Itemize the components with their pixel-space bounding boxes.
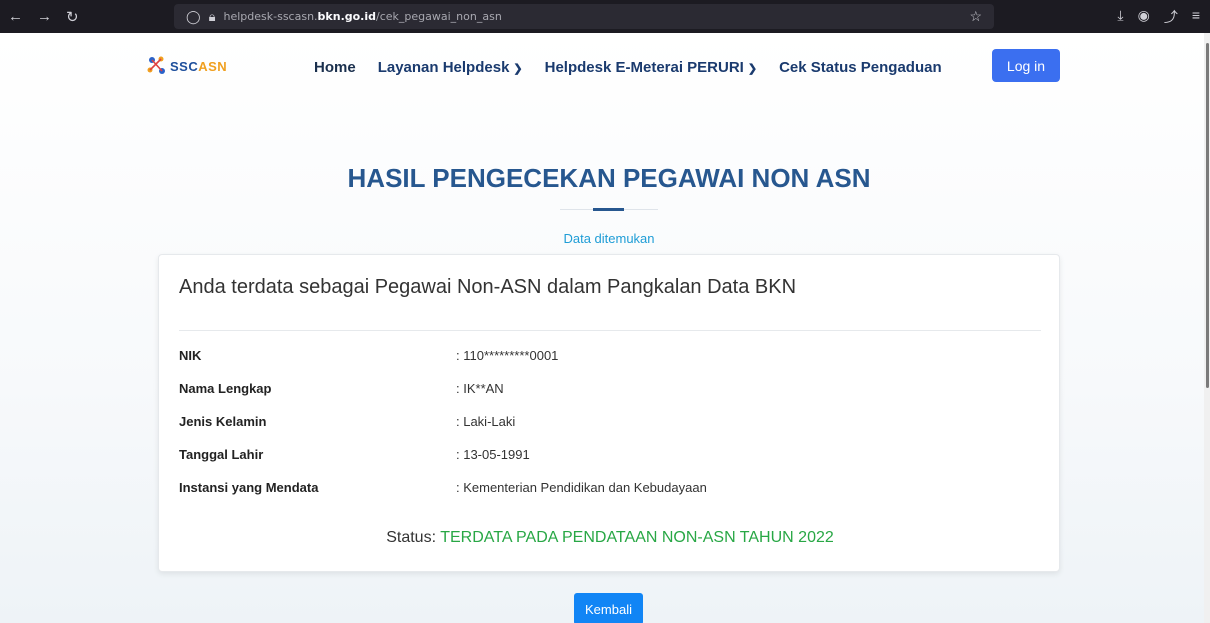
status-line: Status: TERDATA PADA PENDATAAN NON-ASN T… <box>159 529 1061 547</box>
row-value: : 13-05-1991 <box>456 447 530 462</box>
row-label: Nama Lengkap <box>179 381 272 396</box>
url-path: /cek_pegawai_non_asn <box>376 10 502 23</box>
row-label: Instansi yang Mendata <box>179 480 319 495</box>
browser-right-icons: ⤓ ◉ ⤴ ≡ <box>1117 7 1200 27</box>
scrollbar-thumb[interactable] <box>1206 43 1209 388</box>
forward-arrow-icon[interactable]: → <box>37 8 52 26</box>
url-prefix: helpdesk-sscasn. <box>223 10 318 23</box>
extensions-icon[interactable]: ⤴ <box>1164 7 1178 27</box>
nav-helpdesk-emeterai[interactable]: Helpdesk E-Meterai PERURI ❯ <box>545 59 757 76</box>
back-button[interactable]: Kembali <box>574 593 643 623</box>
chevron-down-icon: ❯ <box>747 63 758 75</box>
nav-cek-status[interactable]: Cek Status Pengaduan <box>779 59 942 76</box>
row-value: : Kementerian Pendidikan dan Kebudayaan <box>456 480 707 495</box>
title-divider-accent <box>593 208 624 211</box>
lock-icon[interactable]: 🔒︎ <box>209 9 216 25</box>
reload-icon[interactable]: ↻ <box>66 8 79 26</box>
result-card: Anda terdata sebagai Pegawai Non-ASN dal… <box>158 254 1060 572</box>
browser-nav: ← → ↻ <box>0 8 160 26</box>
row-label: Jenis Kelamin <box>179 414 267 429</box>
row-label: Tanggal Lahir <box>179 447 264 462</box>
page-content: SSCASN Home Layanan Helpdesk ❯ Helpdesk E… <box>0 33 1210 623</box>
status-value: TERDATA PADA PENDATAAN NON-ASN TAHUN 202… <box>440 529 834 546</box>
menu-icon[interactable]: ≡ <box>1192 7 1200 27</box>
nav-layanan-helpdesk[interactable]: Layanan Helpdesk ❯ <box>378 59 523 76</box>
row-value: : Laki-Laki <box>456 414 516 429</box>
download-icon[interactable]: ⤓ <box>1117 7 1123 27</box>
browser-toolbar: ← → ↻ ◯ 🔒︎ helpdesk-sscasn.bkn.go.id/cek… <box>0 0 1210 33</box>
card-title: Anda terdata sebagai Pegawai Non-ASN dal… <box>179 276 797 298</box>
main-nav: Home Layanan Helpdesk ❯ Helpdesk E-Metera… <box>314 59 942 76</box>
shield-icon[interactable]: ◯ <box>186 9 201 25</box>
bookmark-star-icon[interactable]: ☆ <box>969 8 982 25</box>
found-message: Data ditemukan <box>563 231 655 246</box>
nav-home[interactable]: Home <box>314 59 356 76</box>
login-button[interactable]: Log in <box>992 49 1060 82</box>
url-bar[interactable]: ◯ 🔒︎ helpdesk-sscasn.bkn.go.id/cek_pegaw… <box>174 4 994 29</box>
logo-text: SSCASN <box>170 58 228 74</box>
account-icon[interactable]: ◉ <box>1138 7 1150 27</box>
chevron-down-icon: ❯ <box>513 63 523 75</box>
row-value: : IK**AN <box>456 381 504 396</box>
logo-mark-icon <box>147 56 165 74</box>
row-value: : 110*********0001 <box>456 348 559 363</box>
card-divider <box>179 330 1041 331</box>
back-arrow-icon[interactable]: ← <box>8 8 23 26</box>
url-text[interactable]: helpdesk-sscasn.bkn.go.id/cek_pegawai_no… <box>223 10 501 23</box>
page-title: HASIL PENGECEKAN PEGAWAI NON ASN <box>347 163 871 193</box>
site-logo[interactable]: SSCASN <box>146 55 227 77</box>
status-label: Status: <box>386 529 441 546</box>
title-divider <box>560 208 658 211</box>
url-domain: bkn.go.id <box>317 10 377 23</box>
scrollbar[interactable] <box>1204 33 1210 623</box>
row-label: NIK <box>179 348 202 363</box>
site-header: SSCASN Home Layanan Helpdesk ❯ Helpdesk E… <box>0 33 1204 103</box>
